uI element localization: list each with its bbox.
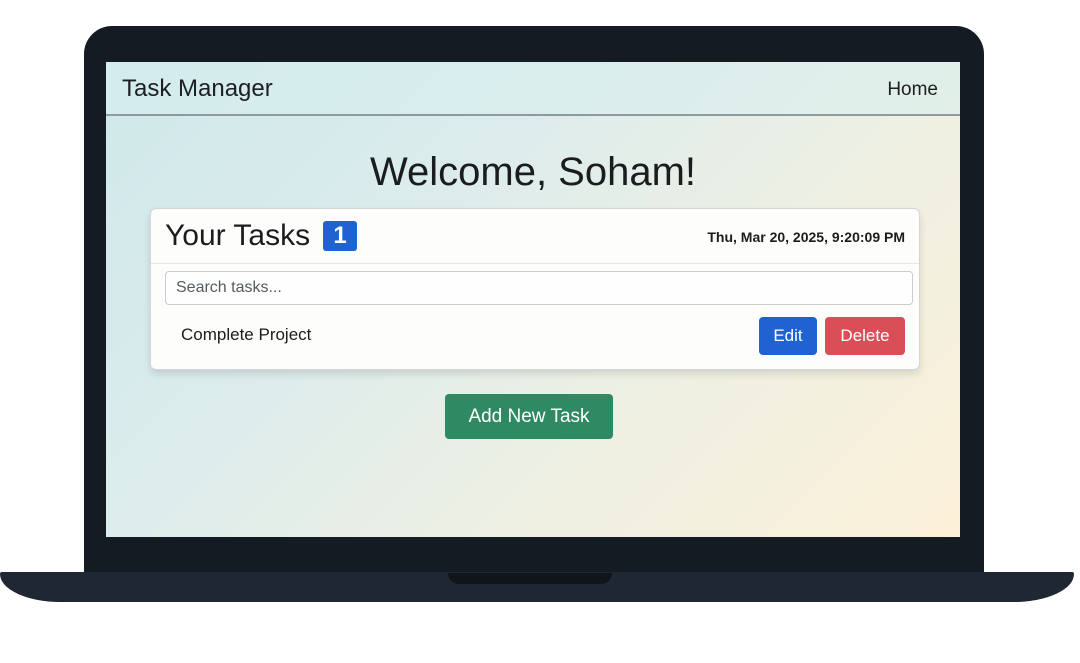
task-name: Complete Project xyxy=(181,325,312,344)
page: Task Manager Home Welcome, Soham! Your T… xyxy=(0,0,1080,663)
edit-task-button[interactable]: Edit xyxy=(759,317,817,355)
welcome-heading: Welcome, Soham! xyxy=(369,150,697,194)
laptop-base-notch xyxy=(448,573,612,584)
navbar: Task Manager Home xyxy=(106,62,960,116)
current-datetime: Thu, Mar 20, 2025, 9:20:09 PM xyxy=(707,229,905,245)
brand-title[interactable]: Task Manager xyxy=(122,75,273,103)
task-row: Complete Project Edit Delete xyxy=(151,313,919,357)
tasks-card: Your Tasks 1 Thu, Mar 20, 2025, 9:20:09 … xyxy=(150,208,920,370)
task-count-badge: 1 xyxy=(323,221,357,251)
nav-link-home[interactable]: Home xyxy=(887,79,938,101)
search-input[interactable] xyxy=(165,271,913,305)
delete-task-button[interactable]: Delete xyxy=(825,317,905,355)
tasks-card-header: Your Tasks 1 Thu, Mar 20, 2025, 9:20:09 … xyxy=(151,209,919,264)
tasks-card-title: Your Tasks xyxy=(165,219,311,252)
add-new-task-button[interactable]: Add New Task xyxy=(445,394,613,439)
app-screen: Task Manager Home Welcome, Soham! Your T… xyxy=(106,62,960,537)
